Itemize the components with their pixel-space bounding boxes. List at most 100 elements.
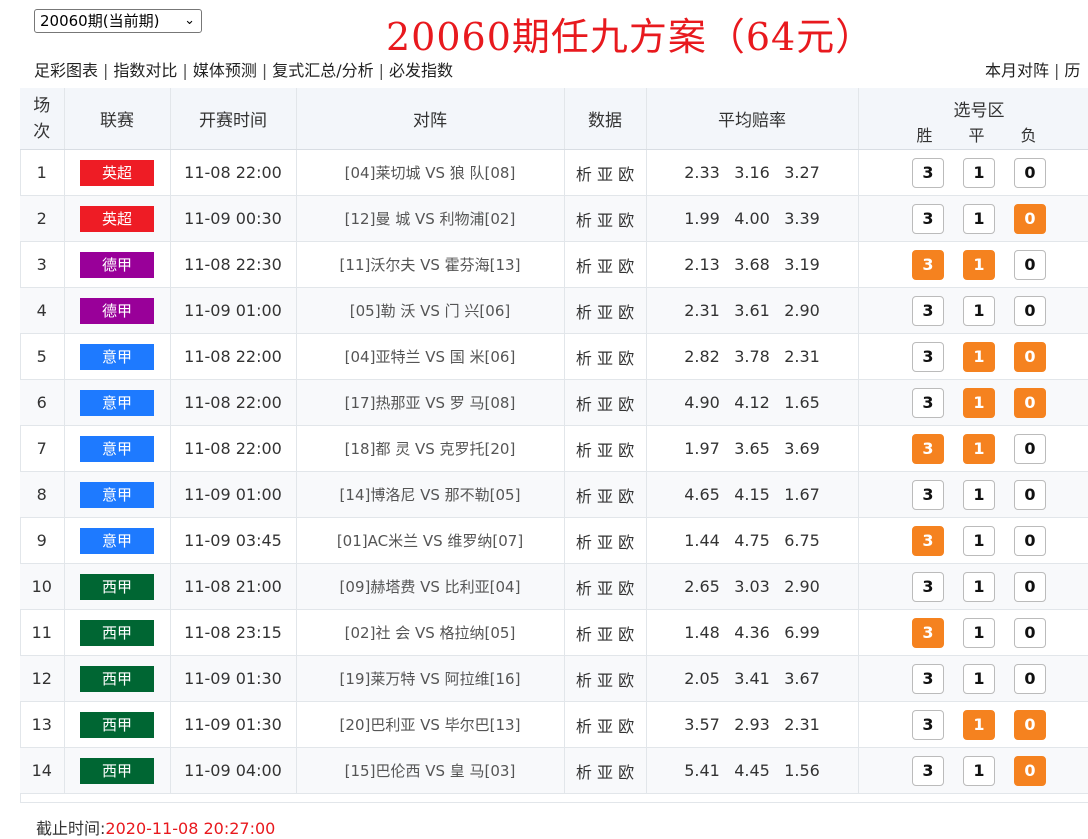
nav-link-month-fixtures[interactable]: 本月对阵 (985, 61, 1049, 80)
pick-lose-button[interactable]: 0 (1014, 296, 1046, 326)
league-badge[interactable]: 英超 (80, 160, 154, 186)
match-teams[interactable]: [05]勒 沃 VS 门 兴[06] (350, 302, 510, 320)
data-links[interactable]: 析 亚 欧 (564, 748, 646, 794)
pick-draw-button[interactable]: 1 (963, 756, 995, 786)
match-teams[interactable]: [09]赫塔费 VS 比利亚[04] (340, 578, 521, 596)
data-links[interactable]: 析 亚 欧 (564, 472, 646, 518)
data-links[interactable]: 析 亚 欧 (564, 610, 646, 656)
pick-draw-button[interactable]: 1 (963, 710, 995, 740)
pick-win-button[interactable]: 3 (912, 388, 944, 418)
select-cell: 310 (858, 426, 1088, 472)
nav-link-media-prediction[interactable]: 媒体预测 (193, 61, 257, 80)
pick-lose-button[interactable]: 0 (1014, 756, 1046, 786)
odds-win: 1.44 (677, 531, 727, 550)
pick-lose-button[interactable]: 0 (1014, 526, 1046, 556)
pick-lose-button[interactable]: 0 (1014, 710, 1046, 740)
table-row: 12西甲11-09 01:30[19]莱万特 VS 阿拉维[16]析 亚 欧2.… (20, 656, 1088, 702)
pick-lose-button[interactable]: 0 (1014, 618, 1046, 648)
pick-win-button[interactable]: 3 (912, 296, 944, 326)
league-badge[interactable]: 西甲 (80, 620, 154, 646)
pick-win-button[interactable]: 3 (912, 756, 944, 786)
period-select[interactable]: 20060期(当前期) ⌄ (34, 9, 202, 33)
pick-win-button[interactable]: 3 (912, 158, 944, 188)
pick-draw-button[interactable]: 1 (963, 618, 995, 648)
pick-draw-button[interactable]: 1 (963, 296, 995, 326)
data-links[interactable]: 析 亚 欧 (564, 334, 646, 380)
pick-win-button[interactable]: 3 (912, 342, 944, 372)
pick-draw-button[interactable]: 1 (963, 434, 995, 464)
data-links[interactable]: 析 亚 欧 (564, 196, 646, 242)
match-teams[interactable]: [11]沃尔夫 VS 霍芬海[13] (340, 256, 521, 274)
match-teams[interactable]: [01]AC米兰 VS 维罗纳[07] (337, 532, 523, 550)
data-links[interactable]: 析 亚 欧 (564, 702, 646, 748)
league-badge[interactable]: 西甲 (80, 574, 154, 600)
pick-win-button[interactable]: 3 (912, 480, 944, 510)
nav-link-summary[interactable]: 复式汇总/分析 (272, 61, 373, 80)
pick-draw-button[interactable]: 1 (963, 204, 995, 234)
match-teams[interactable]: [04]莱切城 VS 狼 队[08] (345, 164, 516, 182)
match-teams[interactable]: [17]热那亚 VS 罗 马[08] (345, 394, 516, 412)
match-teams[interactable]: [14]博洛尼 VS 那不勒[05] (340, 486, 521, 504)
pick-draw-button[interactable]: 1 (963, 526, 995, 556)
pick-lose-button[interactable]: 0 (1014, 480, 1046, 510)
match-teams[interactable]: [04]亚特兰 VS 国 米[06] (345, 348, 516, 366)
data-links[interactable]: 析 亚 欧 (564, 564, 646, 610)
match-teams[interactable]: [12]曼 城 VS 利物浦[02] (345, 210, 516, 228)
pick-lose-button[interactable]: 0 (1014, 434, 1046, 464)
pick-draw-button[interactable]: 1 (963, 664, 995, 694)
match-teams[interactable]: [02]社 会 VS 格拉纳[05] (345, 624, 516, 642)
match-number: 14 (20, 748, 64, 794)
data-links[interactable]: 析 亚 欧 (564, 150, 646, 196)
match-teams[interactable]: [18]都 灵 VS 克罗托[20] (345, 440, 516, 458)
data-links[interactable]: 析 亚 欧 (564, 288, 646, 334)
pick-draw-button[interactable]: 1 (963, 342, 995, 372)
data-links[interactable]: 析 亚 欧 (564, 380, 646, 426)
pick-lose-button[interactable]: 0 (1014, 664, 1046, 694)
pick-win-button[interactable]: 3 (912, 710, 944, 740)
match-teams[interactable]: [19]莱万特 VS 阿拉维[16] (340, 670, 521, 688)
pick-win-button[interactable]: 3 (912, 618, 944, 648)
match-teams[interactable]: [15]巴伦西 VS 皇 马[03] (345, 762, 516, 780)
league-badge[interactable]: 西甲 (80, 758, 154, 784)
nav-link-index-compare[interactable]: 指数对比 (113, 61, 177, 80)
pick-win-button[interactable]: 3 (912, 204, 944, 234)
league-badge[interactable]: 德甲 (80, 252, 154, 278)
data-links[interactable]: 析 亚 欧 (564, 656, 646, 702)
league-badge[interactable]: 意甲 (80, 482, 154, 508)
nav-link-betfair-index[interactable]: 必发指数 (389, 61, 453, 80)
data-links[interactable]: 析 亚 欧 (564, 242, 646, 288)
nav-link-history[interactable]: 历 (1064, 61, 1080, 80)
pick-lose-button[interactable]: 0 (1014, 572, 1046, 602)
league-badge[interactable]: 德甲 (80, 298, 154, 324)
pick-lose-button[interactable]: 0 (1014, 250, 1046, 280)
pick-win-button[interactable]: 3 (912, 664, 944, 694)
league-badge[interactable]: 意甲 (80, 436, 154, 462)
match-teams[interactable]: [20]巴利亚 VS 毕尔巴[13] (340, 716, 521, 734)
kickoff-time: 11-08 22:00 (170, 426, 296, 472)
pick-lose-button[interactable]: 0 (1014, 158, 1046, 188)
league-badge[interactable]: 英超 (80, 206, 154, 232)
pick-lose-button[interactable]: 0 (1014, 342, 1046, 372)
league-badge[interactable]: 意甲 (80, 390, 154, 416)
pick-win-button[interactable]: 3 (912, 250, 944, 280)
league-cell: 西甲 (64, 702, 170, 748)
league-badge[interactable]: 意甲 (80, 344, 154, 370)
pick-win-button[interactable]: 3 (912, 434, 944, 464)
data-links[interactable]: 析 亚 欧 (564, 518, 646, 564)
pick-draw-button[interactable]: 1 (963, 388, 995, 418)
pick-win-button[interactable]: 3 (912, 572, 944, 602)
kickoff-time: 11-09 01:00 (170, 472, 296, 518)
league-badge[interactable]: 西甲 (80, 712, 154, 738)
pick-draw-button[interactable]: 1 (963, 572, 995, 602)
league-badge[interactable]: 西甲 (80, 666, 154, 692)
league-badge[interactable]: 意甲 (80, 528, 154, 554)
pick-draw-button[interactable]: 1 (963, 480, 995, 510)
pick-draw-button[interactable]: 1 (963, 250, 995, 280)
odds-draw: 4.15 (727, 485, 777, 504)
pick-win-button[interactable]: 3 (912, 526, 944, 556)
data-links[interactable]: 析 亚 欧 (564, 426, 646, 472)
nav-link-chart[interactable]: 足彩图表 (34, 61, 98, 80)
pick-lose-button[interactable]: 0 (1014, 204, 1046, 234)
pick-draw-button[interactable]: 1 (963, 158, 995, 188)
pick-lose-button[interactable]: 0 (1014, 388, 1046, 418)
